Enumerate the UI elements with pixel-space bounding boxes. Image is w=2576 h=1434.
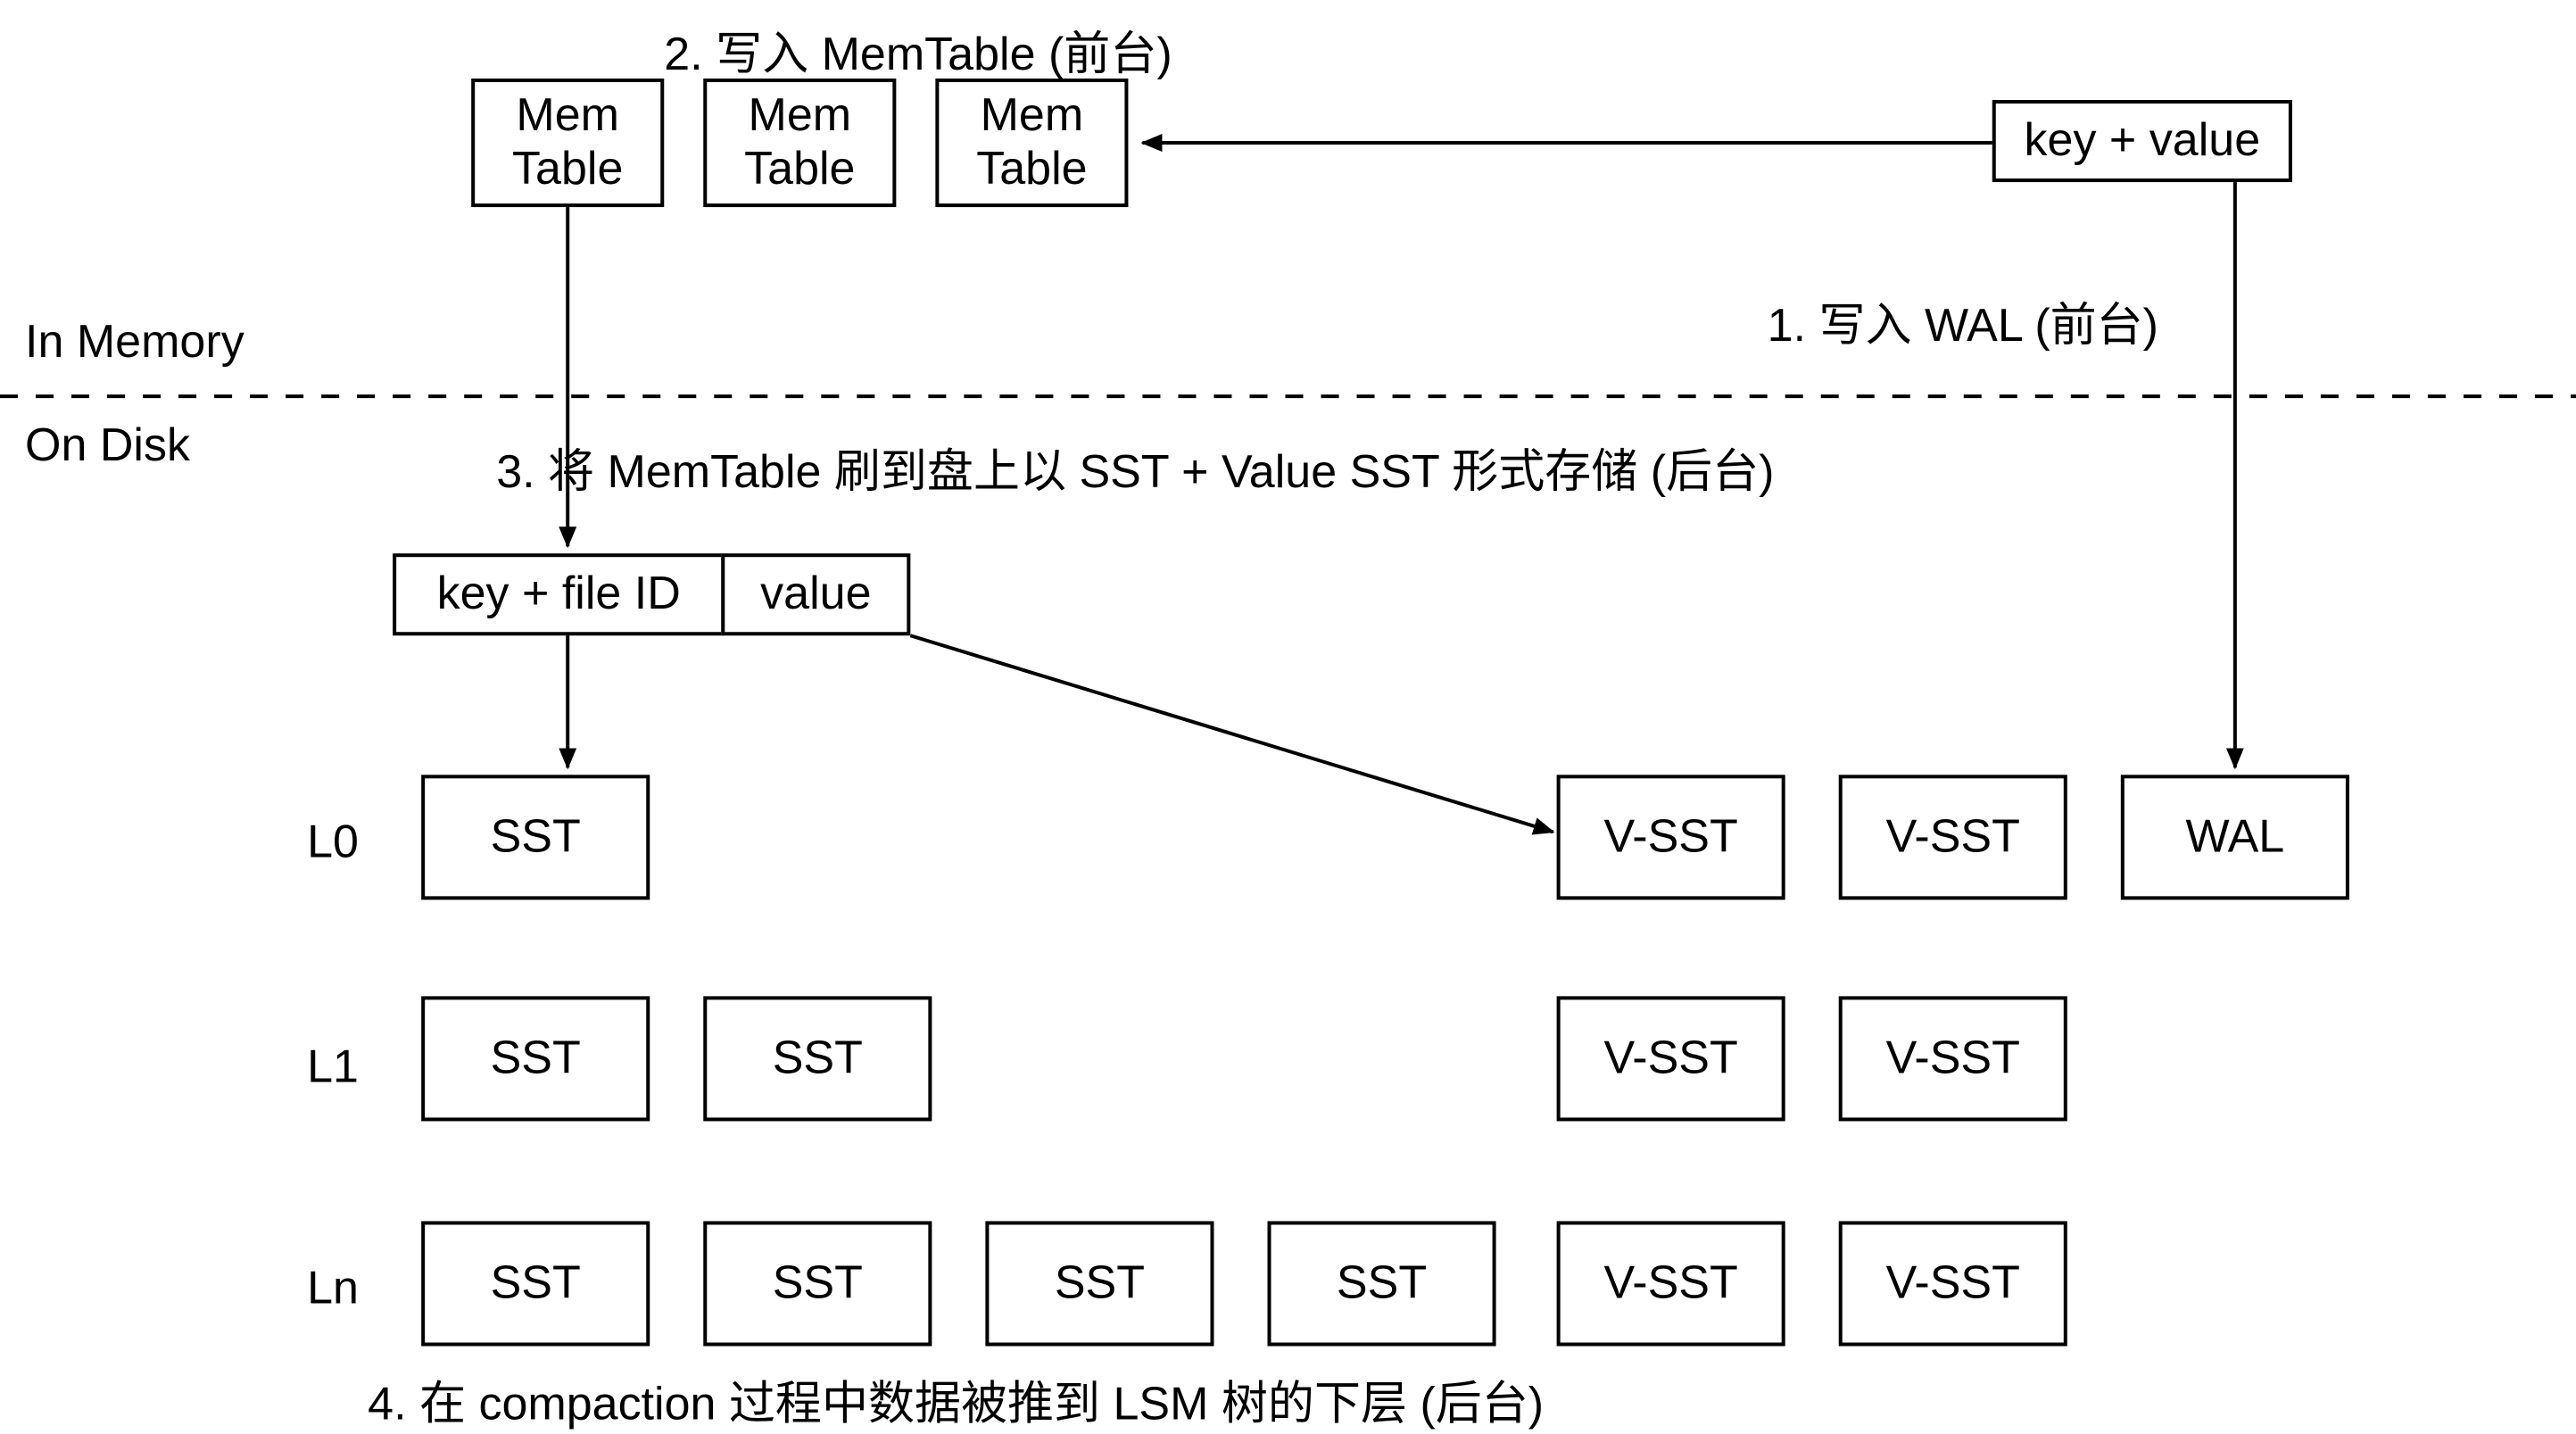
step-1-caption: 1. 写入 WAL (前台) bbox=[1768, 289, 2158, 355]
vsst-ln-1: V-SST bbox=[1557, 1221, 1785, 1346]
region-in-memory-label: In Memory bbox=[25, 314, 244, 369]
sst-l1-2: SST bbox=[703, 996, 932, 1121]
key-value-box: key + value bbox=[1992, 100, 2292, 182]
value-box: value bbox=[721, 553, 910, 635]
wal-box: WAL bbox=[2121, 775, 2349, 899]
arrows-overlay bbox=[0, 0, 2576, 1414]
key-file-id-box: key + file ID bbox=[393, 553, 725, 635]
step-4-caption: 4. 在 compaction 过程中数据被推到 LSM 树的下层 (后台) bbox=[368, 1368, 1544, 1434]
vsst-ln-2: V-SST bbox=[1839, 1221, 2067, 1346]
vsst-l0-2: V-SST bbox=[1839, 775, 2067, 899]
region-on-disk-label: On Disk bbox=[25, 418, 190, 473]
memtable-1: Mem Table bbox=[471, 79, 664, 207]
diagram-canvas: 2. 写入 MemTable (前台) Mem Table Mem Table … bbox=[0, 0, 2576, 1414]
sst-l1-1: SST bbox=[421, 996, 650, 1121]
sst-ln-1: SST bbox=[421, 1221, 650, 1346]
memtable-3: Mem Table bbox=[935, 79, 1128, 207]
sst-l0-1: SST bbox=[421, 775, 650, 899]
vsst-l1-2: V-SST bbox=[1839, 996, 2067, 1121]
vsst-l1-1: V-SST bbox=[1557, 996, 1785, 1121]
memtable-2: Mem Table bbox=[703, 79, 896, 207]
level-ln-label: Ln bbox=[307, 1260, 359, 1315]
sst-ln-3: SST bbox=[985, 1221, 1213, 1346]
sst-ln-2: SST bbox=[703, 1221, 932, 1346]
level-l1-label: L1 bbox=[307, 1039, 359, 1094]
vsst-l0-1: V-SST bbox=[1557, 775, 1785, 899]
step-2-caption: 2. 写入 MemTable (前台) bbox=[664, 18, 1172, 84]
level-l0-label: L0 bbox=[307, 814, 359, 869]
step-3-caption: 3. 将 MemTable 刷到盘上以 SST + Value SST 形式存储… bbox=[496, 435, 1774, 501]
sst-ln-4: SST bbox=[1267, 1221, 1495, 1346]
